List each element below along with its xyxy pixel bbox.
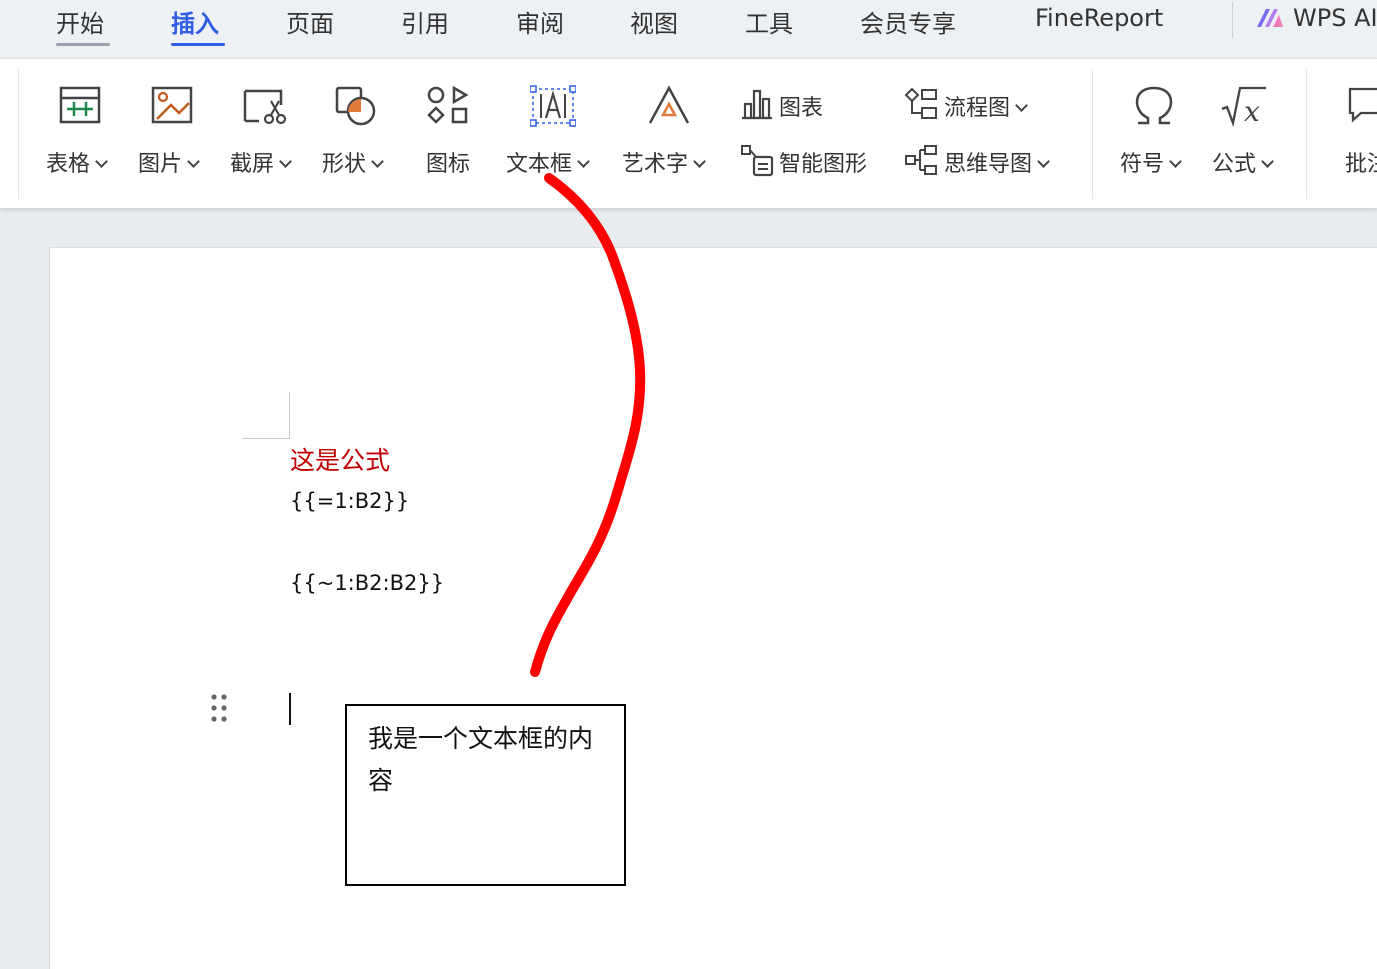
margin-corner-mark — [243, 438, 290, 439]
chevron-down-icon — [1261, 155, 1274, 168]
ribbon-divider — [18, 69, 19, 199]
tab-insert[interactable]: 插入 — [171, 4, 219, 39]
screenshot-button[interactable]: 截屏 — [230, 146, 292, 178]
margin-corner-mark — [289, 392, 290, 439]
document-page[interactable] — [49, 247, 1377, 969]
svg-text:x: x — [1244, 95, 1260, 127]
chevron-down-icon — [371, 155, 384, 168]
textbox-button[interactable]: 文本框 — [506, 146, 590, 178]
shapes-icon[interactable] — [334, 85, 378, 127]
chevron-down-icon — [187, 155, 200, 168]
comment-button[interactable]: 批注 — [1345, 146, 1377, 178]
menu-bar: 开始 插入 页面 引用 审阅 视图 工具 会员专享 FineReport WPS… — [0, 0, 1377, 58]
flowchart-icon[interactable] — [904, 87, 938, 121]
tab-references[interactable]: 引用 — [401, 4, 449, 39]
icon-button[interactable]: 图标 — [426, 146, 470, 178]
text-box[interactable]: 我是一个文本框的内容 — [345, 704, 626, 886]
chevron-down-icon — [577, 155, 590, 168]
table-icon[interactable] — [59, 85, 101, 125]
wps-ai-logo-icon — [1257, 9, 1283, 27]
symbol-button[interactable]: 符号 — [1120, 146, 1182, 178]
tab-wps-ai[interactable]: WPS AI — [1293, 4, 1377, 32]
chevron-down-icon — [1169, 155, 1182, 168]
tab-home-underline — [56, 43, 110, 46]
tab-separator — [1232, 2, 1233, 38]
chevron-down-icon — [1037, 155, 1050, 168]
formula-placeholder-1[interactable]: {{=1:B2}} — [290, 489, 409, 513]
ribbon-divider — [1306, 69, 1307, 199]
wordart-button[interactable]: 艺术字 — [622, 146, 706, 178]
formula-sqrt-icon[interactable]: x — [1220, 85, 1268, 127]
wordart-icon[interactable] — [647, 85, 691, 127]
tab-review[interactable]: 审阅 — [516, 4, 564, 39]
mindmap-button[interactable]: 思维导图 — [944, 146, 1050, 178]
text-cursor — [289, 693, 291, 725]
tab-tools[interactable]: 工具 — [745, 4, 793, 39]
tab-finereport[interactable]: FineReport — [1035, 4, 1163, 32]
active-tab-indicator — [171, 43, 225, 46]
formula-placeholder-2[interactable]: {{~1:B2:B2}} — [290, 571, 444, 595]
scissors-icon[interactable] — [243, 85, 287, 127]
picture-button[interactable]: 图片 — [138, 146, 200, 178]
textbox-icon[interactable] — [530, 85, 576, 127]
shape-button[interactable]: 形状 — [322, 146, 384, 178]
tab-home[interactable]: 开始 — [56, 4, 104, 39]
formula-button[interactable]: 公式 — [1212, 146, 1274, 178]
picture-icon[interactable] — [151, 85, 193, 125]
tab-view[interactable]: 视图 — [630, 4, 678, 39]
ribbon-toolbar: 表格 图片 截屏 形状 图标 文本框 艺术字 图表 智能图形 流程图 思维导图 … — [0, 58, 1377, 208]
flowchart-button[interactable]: 流程图 — [944, 90, 1028, 122]
tab-page[interactable]: 页面 — [286, 4, 334, 39]
chevron-down-icon — [279, 155, 292, 168]
ribbon-divider — [1092, 69, 1093, 199]
chart-icon[interactable] — [740, 88, 774, 120]
document-heading[interactable]: 这是公式 — [290, 441, 390, 477]
omega-symbol-icon[interactable] — [1132, 85, 1176, 127]
mindmap-icon[interactable] — [904, 143, 938, 177]
text-box-content[interactable]: 我是一个文本框的内容 — [368, 718, 608, 802]
table-button[interactable]: 表格 — [46, 146, 108, 178]
icons-icon[interactable] — [426, 85, 470, 127]
comment-icon[interactable] — [1347, 85, 1377, 125]
smartart-button[interactable]: 智能图形 — [779, 146, 867, 178]
drag-handle-icon[interactable] — [210, 693, 228, 725]
chevron-down-icon — [693, 155, 706, 168]
chart-button[interactable]: 图表 — [779, 90, 823, 122]
chevron-down-icon — [1015, 99, 1028, 112]
smartart-icon[interactable] — [740, 143, 774, 177]
tab-member[interactable]: 会员专享 — [860, 4, 956, 39]
chevron-down-icon — [95, 155, 108, 168]
